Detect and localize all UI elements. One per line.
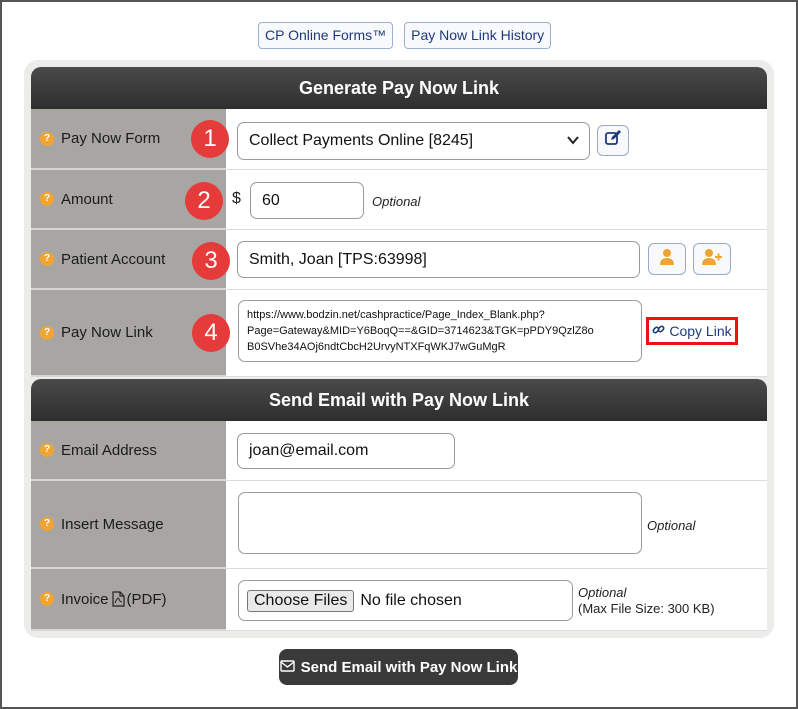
amount-input-value: 60: [262, 191, 280, 209]
amount-label: Amount: [61, 190, 113, 208]
pay-now-form-select[interactable]: Collect Payments Online [8245]: [237, 122, 590, 160]
pdf-file-icon: [111, 591, 125, 607]
user-plus-icon: [701, 248, 723, 271]
pay-now-form-label: Pay Now Form: [61, 130, 161, 147]
send-email-button[interactable]: Send Email with Pay Now Link: [279, 649, 518, 685]
step-badge-3: 3: [192, 242, 230, 280]
email-section-title: Send Email with Pay Now Link: [31, 379, 767, 421]
copy-link-button[interactable]: Copy Link: [646, 317, 738, 345]
pay-now-link-line-2: Page=Gateway&MID=Y6BoqQ==&GID=3714623&TG…: [247, 325, 594, 337]
patient-lookup-button[interactable]: [648, 243, 686, 275]
add-patient-button[interactable]: [693, 243, 731, 275]
invoice-label-prefix: Invoice: [61, 590, 109, 608]
patient-account-label: Patient Account: [61, 250, 166, 268]
help-icon[interactable]: ?: [40, 517, 54, 531]
pay-now-form-select-value: Collect Payments Online [8245]: [249, 132, 474, 149]
pay-now-link-textarea[interactable]: https://www.bodzin.net/cashpractice/Page…: [238, 300, 642, 362]
email-address-label: Email Address: [61, 441, 157, 459]
message-optional-note: Optional: [647, 518, 696, 533]
edit-form-button[interactable]: [597, 125, 629, 156]
chevron-down-icon: [567, 134, 579, 149]
currency-symbol: $: [232, 190, 241, 207]
invoice-label-cell: ? Invoice (PDF): [31, 569, 226, 631]
insert-message-label: Insert Message: [61, 515, 164, 533]
pay-now-link-label: Pay Now Link: [61, 324, 153, 341]
step-badge-2: 2: [185, 182, 223, 220]
send-email-label: Send Email with Pay Now Link: [300, 658, 518, 676]
help-icon[interactable]: ?: [40, 592, 54, 606]
invoice-file-input[interactable]: Choose Files No file chosen: [238, 580, 573, 621]
no-file-chosen-text: No file chosen: [360, 591, 462, 609]
choose-files-button[interactable]: Choose Files: [247, 589, 355, 612]
copy-link-label: Copy Link: [669, 323, 732, 339]
link-icon: [652, 323, 665, 339]
cp-online-forms-link[interactable]: CP Online Forms™: [258, 22, 394, 49]
step-badge-1: 1: [191, 120, 229, 158]
pay-now-link-line-1: https://www.bodzin.net/cashpractice/Page…: [247, 309, 545, 321]
top-links: CP Online Forms™ Pay Now Link History: [258, 22, 552, 49]
help-icon[interactable]: ?: [40, 443, 54, 457]
email-address-label-cell: ? Email Address: [31, 421, 226, 481]
invoice-label-suffix: (PDF): [126, 590, 167, 608]
help-icon[interactable]: ?: [40, 252, 54, 266]
step-badge-4: 4: [192, 314, 230, 352]
patient-account-input-value: Smith, Joan [TPS:63998]: [249, 250, 427, 268]
patient-account-input[interactable]: Smith, Joan [TPS:63998]: [237, 241, 640, 278]
edit-icon: [604, 129, 622, 152]
generate-section-title: Generate Pay Now Link: [31, 67, 767, 109]
help-icon[interactable]: ?: [40, 192, 54, 206]
help-icon[interactable]: ?: [40, 325, 54, 340]
pay-now-link-line-3: B0SVhe34AOj6ndtCbcH2UrvyNTXFqWKJ7wGuMgR: [247, 341, 506, 353]
envelope-icon: [279, 659, 295, 676]
invoice-optional-note: Optional: [578, 585, 627, 600]
insert-message-textarea[interactable]: [238, 492, 642, 554]
help-icon[interactable]: ?: [40, 131, 54, 146]
amount-optional-note: Optional: [372, 194, 421, 209]
amount-input[interactable]: 60: [250, 182, 364, 219]
invoice-max-size-note: (Max File Size: 300 KB): [578, 601, 715, 616]
user-icon: [658, 248, 676, 271]
email-address-input[interactable]: joan@email.com: [237, 433, 455, 469]
pay-now-link-history-link[interactable]: Pay Now Link History: [404, 22, 552, 49]
insert-message-label-cell: ? Insert Message: [31, 481, 226, 569]
email-address-input-value: joan@email.com: [249, 442, 369, 459]
